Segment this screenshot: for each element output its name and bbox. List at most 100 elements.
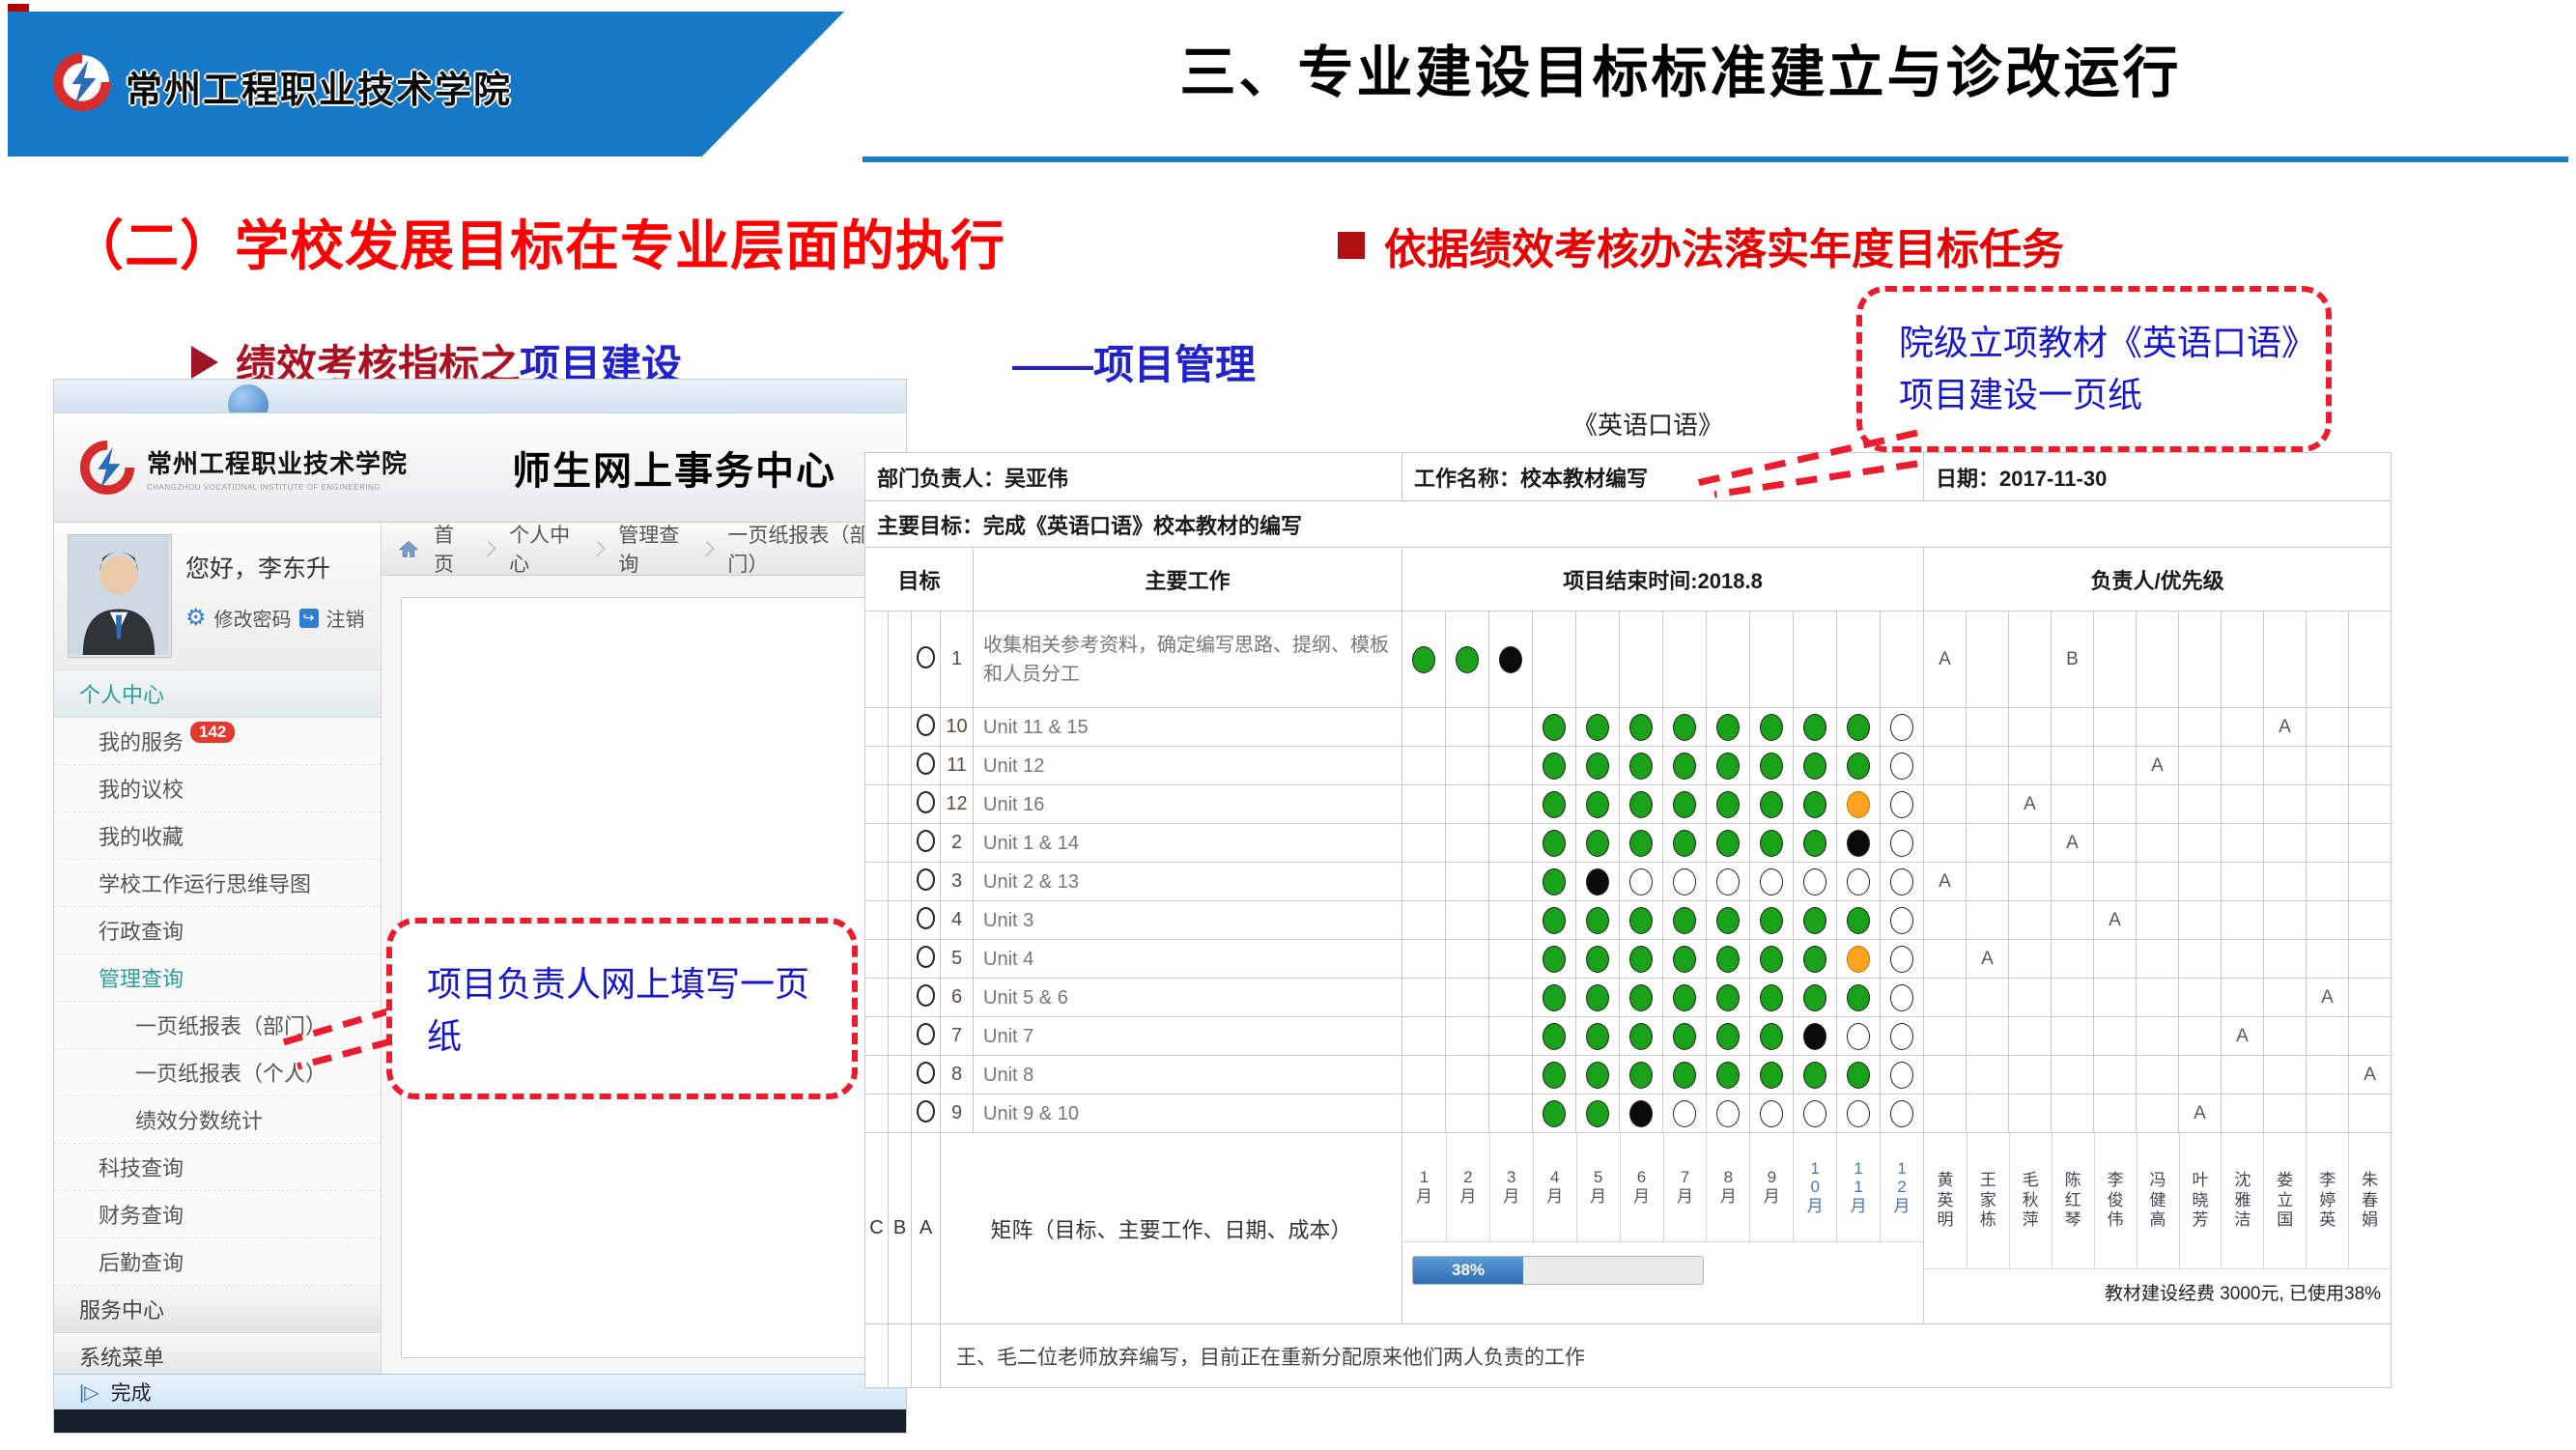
status-dot-green bbox=[1760, 946, 1783, 973]
owner-cell bbox=[2137, 940, 2179, 979]
owner-cell bbox=[2349, 1017, 2392, 1056]
month-dot-cell bbox=[1837, 824, 1881, 863]
owner-cell: A bbox=[1924, 863, 1967, 901]
row-number: 10 bbox=[941, 708, 974, 747]
owner-cell bbox=[2307, 747, 2349, 785]
owner-cell: A bbox=[2222, 1017, 2264, 1056]
logout-link[interactable]: 注销 bbox=[326, 604, 365, 632]
month-dot-cell bbox=[1533, 824, 1576, 863]
month-dot-cell bbox=[1489, 785, 1533, 824]
work-cell: Unit 2 & 13 bbox=[974, 863, 1402, 901]
owner-cell bbox=[2179, 901, 2222, 940]
priority-radio[interactable] bbox=[917, 1100, 935, 1123]
month-dot-cell bbox=[1794, 708, 1837, 747]
sidebar-item-行政查询[interactable]: 行政查询 bbox=[54, 907, 381, 954]
month-dot-cell bbox=[1576, 611, 1620, 708]
breadcrumb-item[interactable]: 首页 bbox=[434, 520, 467, 578]
sidebar-item-服务中心[interactable]: 服务中心 bbox=[54, 1286, 381, 1333]
status-dot-green bbox=[1543, 907, 1566, 934]
owner-cell: B bbox=[2052, 611, 2094, 708]
month-dot-cell bbox=[1881, 901, 1924, 940]
owner-cell bbox=[2307, 1056, 2349, 1095]
sidebar-item-科技查询[interactable]: 科技查询 bbox=[54, 1144, 381, 1191]
month-dot-cell bbox=[1837, 1095, 1881, 1133]
work-cell: Unit 16 bbox=[974, 785, 1402, 824]
priority-radio[interactable] bbox=[917, 1062, 935, 1084]
priority-cell-b bbox=[889, 747, 912, 785]
priority-cell-b bbox=[889, 1017, 912, 1056]
month-dot-cell bbox=[1446, 979, 1489, 1017]
sidebar-item-绩效分数统计[interactable]: 绩效分数统计 bbox=[54, 1096, 381, 1144]
sidebar-item-我的服务[interactable]: 我的服务142 bbox=[54, 718, 381, 765]
month-dot-cell bbox=[1489, 979, 1533, 1017]
month-dot-cell bbox=[1620, 1017, 1663, 1056]
month-dot-cell bbox=[1750, 708, 1794, 747]
sidebar-item-我的收藏[interactable]: 我的收藏 bbox=[54, 812, 381, 860]
priority-radio[interactable] bbox=[917, 830, 935, 852]
owner-cell bbox=[2222, 611, 2264, 708]
priority-radio[interactable] bbox=[917, 868, 935, 891]
change-password-link[interactable]: 修改密码 bbox=[214, 604, 292, 632]
person-name: 黄英明 bbox=[1924, 1133, 1967, 1268]
month-dot-cell bbox=[1837, 863, 1881, 901]
month-dot-cell bbox=[1446, 747, 1489, 785]
status-dot-green bbox=[1803, 907, 1826, 934]
report-row: 4Unit 3A bbox=[865, 901, 2392, 940]
month-dot-cell bbox=[1620, 979, 1663, 1017]
row-number: 4 bbox=[941, 901, 974, 940]
breadcrumb-item[interactable]: 个人中心 bbox=[509, 520, 577, 578]
priority-radio[interactable] bbox=[917, 907, 935, 929]
status-dot-green bbox=[1543, 753, 1566, 780]
month-dot-cell bbox=[1663, 611, 1707, 708]
month-dot-cell bbox=[1663, 863, 1707, 901]
status-dot-green bbox=[1803, 984, 1826, 1011]
sidebar-item-系统菜单[interactable]: 系统菜单 bbox=[54, 1333, 381, 1374]
month-dot-cell bbox=[1533, 785, 1576, 824]
status-dot-green bbox=[1760, 791, 1783, 818]
owner-cell bbox=[2009, 863, 2052, 901]
sidebar-item-学校工作运行思维导图[interactable]: 学校工作运行思维导图 bbox=[54, 860, 381, 907]
priority-radio[interactable] bbox=[917, 714, 935, 736]
status-dot-green bbox=[1716, 791, 1740, 818]
priority-radio[interactable] bbox=[917, 753, 935, 775]
priority-radio[interactable] bbox=[917, 1023, 935, 1045]
month-dot-cell bbox=[1402, 708, 1446, 747]
month-dot-cell bbox=[1881, 747, 1924, 785]
status-dot-green bbox=[1673, 1023, 1696, 1050]
owner-cell bbox=[2137, 1017, 2179, 1056]
callout-left-tail bbox=[270, 993, 396, 1085]
status-dot-empty bbox=[1890, 984, 1913, 1011]
owner-cell bbox=[2052, 785, 2094, 824]
owner-cell bbox=[2052, 863, 2094, 901]
note-spacer bbox=[865, 1324, 889, 1388]
browser-orb-icon[interactable] bbox=[228, 384, 269, 413]
breadcrumb-item[interactable]: 管理查询 bbox=[618, 520, 686, 578]
breadcrumb-item[interactable]: 一页纸报表（部门） bbox=[727, 520, 879, 578]
owner-cell: A bbox=[2137, 747, 2179, 785]
owner-cell bbox=[1967, 979, 2009, 1017]
priority-cell-a bbox=[912, 747, 941, 785]
footnote: 王、毛二位老师放弃编写，目前正在重新分配原来他们两人负责的工作 bbox=[941, 1324, 2392, 1388]
owner-cell bbox=[2307, 824, 2349, 863]
status-dot-green bbox=[1586, 791, 1609, 818]
priority-radio[interactable] bbox=[917, 791, 935, 813]
sidebar-item-财务查询[interactable]: 财务查询 bbox=[54, 1191, 381, 1238]
owner-cell bbox=[1924, 747, 1967, 785]
owner-cell bbox=[2137, 863, 2179, 901]
owner-cell bbox=[2009, 747, 2052, 785]
month-dot-cell bbox=[1576, 824, 1620, 863]
month-dot-cell bbox=[1794, 785, 1837, 824]
sidebar-item-后勤查询[interactable]: 后勤查询 bbox=[54, 1238, 381, 1286]
month-dot-cell bbox=[1489, 1095, 1533, 1133]
status-dot-green bbox=[1760, 1062, 1783, 1089]
priority-radio[interactable] bbox=[917, 984, 935, 1007]
owner-cell bbox=[2094, 611, 2137, 708]
home-icon[interactable] bbox=[399, 538, 418, 559]
month-dot-cell bbox=[1620, 708, 1663, 747]
sidebar-item-我的议校[interactable]: 我的议校 bbox=[54, 765, 381, 812]
priority-radio[interactable] bbox=[917, 646, 935, 668]
sidebar-item-个人中心[interactable]: 个人中心 bbox=[54, 670, 381, 718]
owner-cell bbox=[2264, 979, 2307, 1017]
owner-cell bbox=[1924, 824, 1967, 863]
priority-radio[interactable] bbox=[917, 946, 935, 968]
